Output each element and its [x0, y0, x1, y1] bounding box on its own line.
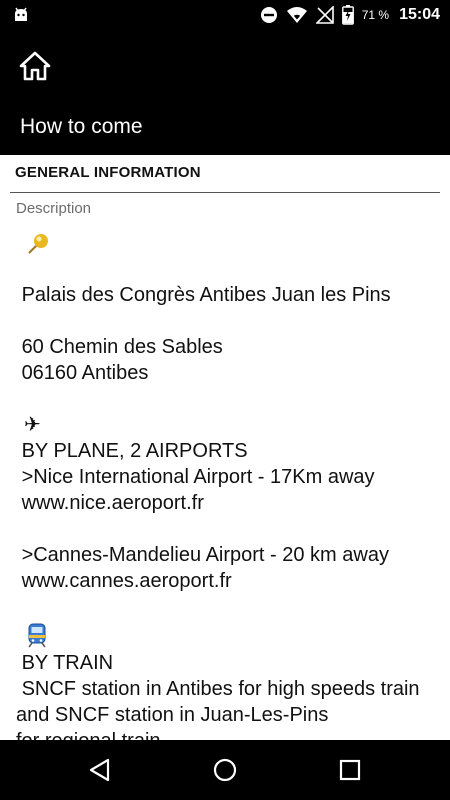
- recents-icon: [335, 759, 365, 789]
- navigation-bar: [0, 740, 450, 800]
- status-indicators: 71 % 15:04: [260, 0, 440, 30]
- back-button[interactable]: [86, 755, 116, 785]
- status-bar: 71 % 15:04: [0, 0, 450, 30]
- venue-name: Palais des Congrès Antibes Juan les Pins: [16, 284, 391, 306]
- plane-heading: BY PLANE, 2 AIRPORTS: [16, 440, 248, 462]
- train-icon: [26, 622, 48, 653]
- recents-button[interactable]: [335, 755, 365, 785]
- airplane-icon: ✈: [24, 414, 41, 436]
- plane-cannes-link[interactable]: www.cannes.aeroport.fr: [16, 568, 441, 594]
- section-header: GENERAL INFORMATION: [15, 164, 201, 181]
- field-label-description: Description: [16, 200, 92, 217]
- plane-nice-link[interactable]: www.nice.aeroport.fr: [16, 490, 441, 516]
- battery-percent: 71 %: [361, 8, 390, 22]
- home-icon: [18, 51, 52, 86]
- home-button[interactable]: [18, 50, 52, 82]
- venue-street: 60 Chemin des Sables: [16, 336, 223, 358]
- train-details-continued: for regional train: [16, 728, 441, 740]
- no-signal-icon: [315, 6, 334, 24]
- nav-home-icon: [210, 758, 240, 789]
- android-icon: [12, 6, 30, 24]
- train-heading: BY TRAIN: [16, 652, 114, 674]
- content-scroll-area[interactable]: GENERAL INFORMATION Description Palais d…: [0, 155, 450, 740]
- page-title: How to come: [20, 115, 143, 138]
- nav-home-button[interactable]: [210, 755, 240, 785]
- wifi-icon: [286, 6, 308, 24]
- train-details: SNCF station in Antibes for high speeds …: [16, 678, 426, 726]
- battery-charging-icon: [341, 5, 354, 25]
- venue-city: 06160 Antibes: [16, 362, 149, 384]
- clock: 15:04: [399, 6, 440, 23]
- section-divider: [10, 192, 440, 193]
- app-bar: How to come: [0, 30, 450, 155]
- round-pushpin-icon: [26, 232, 50, 261]
- plane-nice-airport: >Nice International Airport - 17Km away: [16, 466, 375, 488]
- back-icon: [86, 758, 116, 789]
- plane-cannes-airport: >Cannes-Mandelieu Airport - 20 km away: [16, 544, 389, 566]
- do-not-disturb-icon: [260, 6, 278, 24]
